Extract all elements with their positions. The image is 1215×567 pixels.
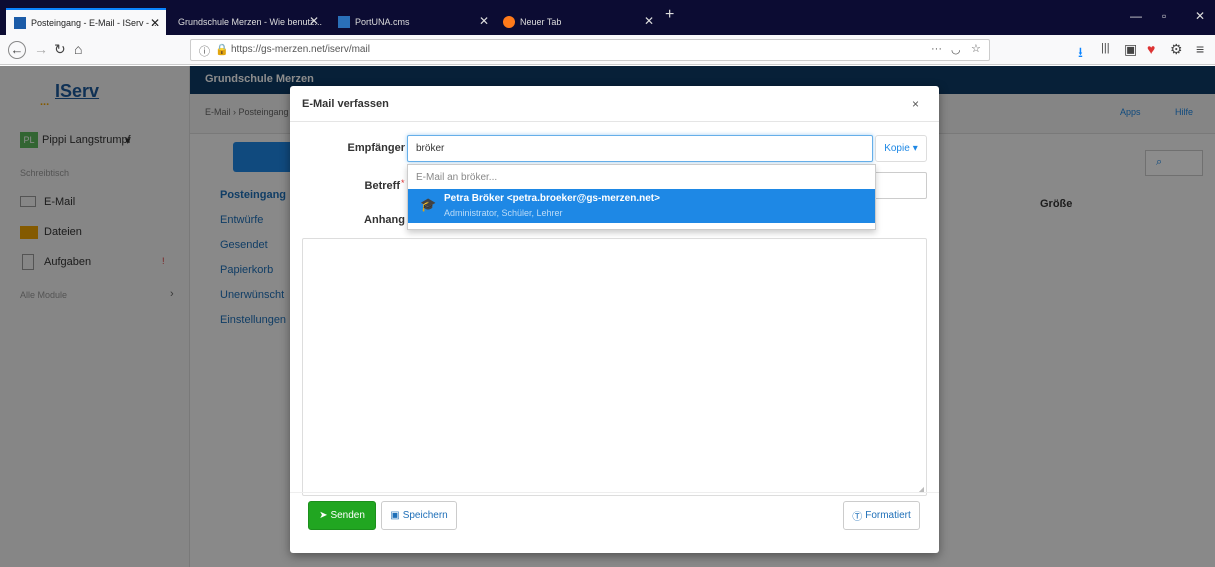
send-button[interactable]: ➤ Senden (308, 501, 376, 530)
tab-title: Neuer Tab (520, 16, 562, 27)
close-tab-icon[interactable]: ✕ (644, 14, 654, 28)
url-bar[interactable]: ⓘ 🔒 https://gs-merzen.net/iserv/mail ···… (190, 39, 990, 61)
modal-title: E-Mail verfassen (302, 98, 389, 110)
message-body[interactable]: ◢ (302, 238, 927, 496)
subject-field[interactable] (873, 172, 927, 199)
footer-divider (290, 492, 939, 493)
recipient-field[interactable]: bröker (407, 135, 873, 162)
recipient-value[interactable]: bröker (416, 143, 444, 154)
lock-icon: 🔒 (215, 44, 229, 56)
copy-label: Kopie (884, 143, 910, 154)
sidebar-icon[interactable]: ▣ (1124, 41, 1137, 58)
close-window-icon[interactable]: ✕ (1195, 9, 1205, 23)
autocomplete-suggestion[interactable]: 🎓 Petra Bröker <petra.broeker@gs-merzen.… (408, 189, 875, 223)
maximize-icon[interactable]: ▫ (1162, 9, 1166, 23)
subject-label: Betreff (330, 180, 400, 192)
bookmark-star-icon[interactable]: ☆ (971, 42, 981, 55)
format-label: Formatiert (865, 510, 911, 521)
back-icon[interactable]: ← (8, 41, 26, 59)
pocket-icon[interactable]: ◡ (951, 43, 961, 56)
tab-title: PortUNA.cms (355, 16, 410, 27)
save-icon: ▣ (390, 510, 400, 521)
autocomplete-hint[interactable]: E-Mail an bröker... (416, 172, 497, 183)
close-tab-icon[interactable]: ✕ (479, 14, 489, 28)
format-icon: Ⓣ (852, 512, 863, 523)
page-actions-icon[interactable]: ··· (931, 43, 942, 55)
tab-title: Grundschule Merzen - Wie benutz... (178, 16, 323, 27)
format-button[interactable]: Ⓣ Formatiert (843, 501, 920, 530)
chevron-down-icon: ▾ (912, 143, 918, 154)
iserv-favicon (14, 16, 26, 29)
tab-posteingang[interactable]: Posteingang - E-Mail - IServ - ... ✕ (6, 8, 166, 35)
reload-icon[interactable]: ↻ (54, 41, 66, 58)
new-tab-icon[interactable]: + (665, 6, 674, 24)
copy-button[interactable]: Kopie ▾ (875, 135, 927, 162)
graduation-cap-icon: 🎓 (420, 197, 437, 212)
library-icon[interactable]: ||| (1101, 42, 1110, 54)
url-text[interactable]: https://gs-merzen.net/iserv/mail (231, 44, 370, 55)
tab-new[interactable]: Neuer Tab ✕ (495, 8, 660, 35)
close-tab-icon[interactable]: ✕ (309, 14, 319, 28)
portuna-favicon (338, 15, 350, 28)
forward-icon[interactable]: → (34, 41, 48, 57)
divider (290, 121, 939, 122)
close-icon[interactable]: × (912, 97, 919, 111)
tab-grundschule[interactable]: Grundschule Merzen - Wie benutz... ✕ (170, 8, 325, 35)
save-label: Speichern (402, 510, 448, 521)
recipient-label: Empfänger (347, 142, 405, 154)
menu-icon[interactable]: ≡ (1196, 41, 1204, 57)
shield-icon[interactable]: ♥ (1147, 41, 1155, 57)
browser-tab-bar: Posteingang - E-Mail - IServ - ... ✕ Gru… (0, 0, 1215, 35)
download-icon[interactable]: ⭳ (1078, 42, 1083, 66)
home-icon[interactable]: ⌂ (74, 41, 82, 57)
send-label: Senden (330, 510, 365, 521)
save-button[interactable]: ▣ Speichern (381, 501, 457, 530)
required-mark: * (401, 178, 405, 188)
minimize-icon[interactable]: — (1130, 9, 1142, 23)
suggestion-name: Petra Bröker <petra.broeker@gs-merzen.ne… (444, 193, 660, 204)
compose-modal: E-Mail verfassen × Empfänger bröker Kopi… (290, 86, 939, 553)
subject-label-text: Betreff (364, 180, 400, 192)
tab-portuna[interactable]: PortUNA.cms ✕ (330, 8, 495, 35)
suggestion-roles: Administrator, Schüler, Lehrer (444, 208, 563, 218)
info-icon[interactable]: ⓘ (199, 43, 210, 59)
extension-icon[interactable]: ⚙ (1170, 41, 1183, 58)
send-icon: ➤ (319, 510, 328, 521)
tab-title: Posteingang - E-Mail - IServ - ... (31, 17, 160, 28)
autocomplete-dropdown: E-Mail an bröker... 🎓 Petra Bröker <petr… (407, 164, 876, 230)
attachment-label: Anhang (364, 214, 405, 226)
firefox-icon (503, 15, 515, 28)
close-tab-icon[interactable]: ✕ (150, 16, 160, 30)
